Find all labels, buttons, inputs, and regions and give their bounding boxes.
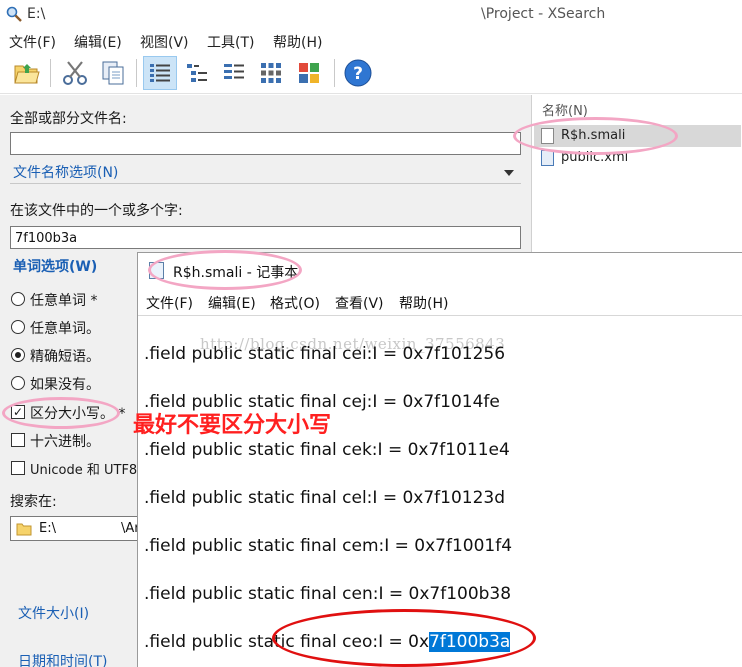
list-view-icon	[224, 64, 244, 79]
code-line: .field public static final cek:I = 0x7f1…	[144, 440, 510, 460]
results-pane: 名称(N) R$h.smali public.xml	[531, 95, 742, 255]
copy-icon	[102, 61, 124, 85]
radio-exact-phrase[interactable]	[11, 348, 25, 362]
tree-view-icon	[187, 64, 207, 82]
notepad-title: R$h.smali - 记事本	[173, 265, 299, 281]
list-view-button[interactable]	[217, 56, 251, 90]
option-label: 区分大小写。 *	[30, 406, 126, 422]
code-line: .field public static final cei:I = 0x7f1…	[144, 344, 506, 364]
menu-file[interactable]: 文件(F)	[9, 32, 56, 52]
toolbar-separator	[136, 59, 137, 87]
toolbar-separator	[334, 59, 335, 87]
thumbnail-view-icon	[299, 63, 319, 83]
window-title: \Project - XSearch	[481, 6, 606, 22]
name-column-header[interactable]: 名称(N)	[542, 100, 588, 119]
toolbar: ?	[0, 52, 742, 94]
file-size-link[interactable]: 文件大小(I)	[18, 603, 89, 623]
code-line: .field public static final cel:I = 0x7f1…	[144, 488, 506, 508]
menu-view[interactable]: 视图(V)	[140, 32, 189, 52]
menu-tools[interactable]: 工具(T)	[207, 32, 254, 52]
filename-options-link[interactable]: 文件名称选项(N)	[13, 162, 118, 182]
magnifier-app-icon	[6, 6, 22, 22]
menu-edit[interactable]: 编辑(E)	[74, 32, 122, 52]
result-filename: public.xml	[561, 150, 629, 165]
thumbnail-view-button[interactable]	[292, 56, 326, 90]
option-label: 如果没有。	[30, 377, 100, 393]
search-in-label: 搜索在:	[10, 494, 57, 510]
help-icon: ?	[344, 59, 372, 87]
window-path: E:\	[27, 6, 46, 22]
code-line-prefix: .field public static final ceo:I = 0x	[144, 632, 430, 652]
open-folder-button[interactable]	[10, 56, 44, 90]
details-view-icon	[150, 64, 170, 82]
filename-options-divider	[10, 183, 521, 184]
code-line-last: .field public static final ceo:I = 0x7f1…	[144, 632, 511, 652]
option-label: 任意单词。	[30, 321, 100, 337]
scissors-icon	[63, 61, 87, 85]
checkbox-hex[interactable]	[11, 433, 25, 447]
open-folder-icon	[14, 64, 40, 84]
checkbox-case-sensitive[interactable]: ✓	[11, 405, 25, 419]
xml-file-icon	[541, 150, 554, 166]
tree-view-button[interactable]	[180, 56, 214, 90]
toolbar-separator	[50, 59, 51, 87]
notepad-menu-format[interactable]: 格式(O)	[270, 293, 320, 313]
content-label: 在该文件中的一个或多个字:	[10, 203, 183, 219]
notepad-icon	[149, 262, 164, 279]
notepad-menu-bar: 文件(F) 编辑(E) 格式(O) 查看(V) 帮助(H)	[138, 291, 742, 313]
window-titlebar: E:\ \Project - XSearch	[0, 0, 742, 30]
word-options-link[interactable]: 单词选项(W)	[13, 256, 97, 276]
result-row[interactable]: public.xml	[534, 147, 741, 169]
svg-text:?: ?	[353, 64, 363, 84]
content-input[interactable]: 7f100b3a	[10, 226, 521, 249]
copy-button[interactable]	[96, 56, 130, 90]
date-time-link[interactable]: 日期和时间(T)	[18, 651, 107, 667]
selected-text[interactable]: 7f100b3a	[429, 632, 511, 652]
result-row[interactable]: R$h.smali	[534, 125, 741, 147]
filename-label: 全部或部分文件名:	[10, 111, 127, 127]
search-in-input[interactable]: E:\ \Ar	[10, 516, 140, 541]
notepad-menu-help[interactable]: 帮助(H)	[399, 293, 448, 313]
folder-icon	[16, 523, 32, 536]
help-button[interactable]: ?	[341, 56, 375, 90]
notepad-text-area[interactable]: http://blog.csdn.net/weixin_37556843 .fi…	[138, 315, 742, 667]
filename-input[interactable]	[10, 132, 521, 155]
chevron-down-icon[interactable]	[504, 170, 514, 176]
notepad-titlebar: R$h.smali - 记事本	[138, 253, 742, 287]
annotation-note: 最好不要区分大小写	[133, 413, 332, 438]
notepad-menu-edit[interactable]: 编辑(E)	[208, 293, 256, 313]
option-label: Unicode 和 UTF8.	[30, 463, 142, 478]
code-line: .field public static final cem:I = 0x7f1…	[144, 536, 513, 556]
result-filename: R$h.smali	[561, 128, 626, 143]
menu-help[interactable]: 帮助(H)	[273, 32, 322, 52]
grid-view-icon	[261, 63, 281, 83]
checkbox-unicode[interactable]	[11, 461, 25, 475]
option-label: 任意单词 *	[30, 293, 98, 309]
cut-button[interactable]	[58, 56, 92, 90]
code-line: .field public static final cen:I = 0x7f1…	[144, 584, 512, 604]
radio-any-word-2[interactable]	[11, 320, 25, 334]
file-icon	[541, 128, 554, 144]
search-in-value: E:\	[39, 521, 56, 536]
radio-if-not[interactable]	[11, 376, 25, 390]
notepad-menu-file[interactable]: 文件(F)	[146, 293, 193, 313]
notepad-menu-view[interactable]: 查看(V)	[335, 293, 384, 313]
menu-bar: 文件(F) 编辑(E) 视图(V) 工具(T) 帮助(H)	[0, 30, 742, 52]
details-view-button[interactable]	[143, 56, 177, 90]
radio-any-word[interactable]	[11, 292, 25, 306]
option-label: 精确短语。	[30, 349, 100, 365]
option-label: 十六进制。	[30, 434, 100, 450]
notepad-window: R$h.smali - 记事本 文件(F) 编辑(E) 格式(O) 查看(V) …	[137, 252, 742, 667]
grid-view-button[interactable]	[254, 56, 288, 90]
